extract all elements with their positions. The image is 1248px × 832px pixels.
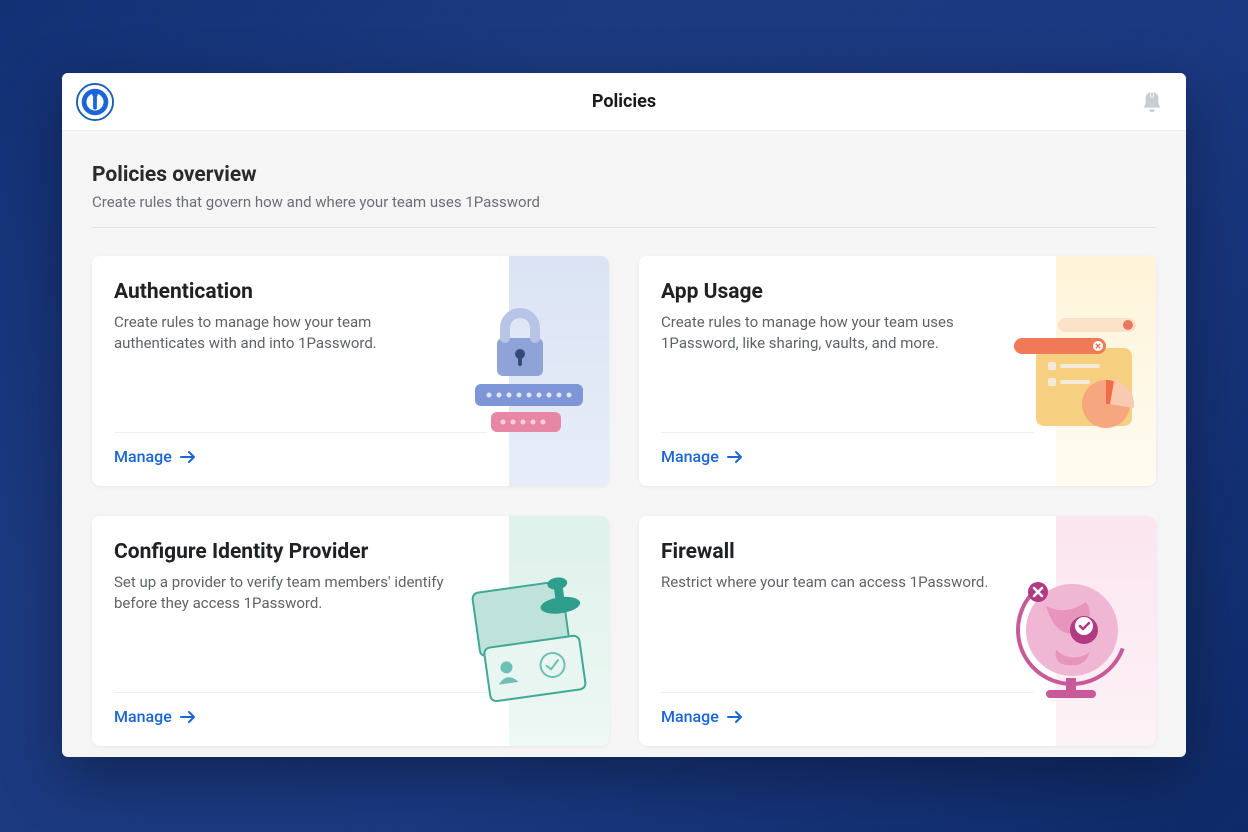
card-body: Authentication Create rules to manage ho… <box>92 256 509 486</box>
content-area: Policies overview Create rules that gove… <box>62 131 1186 757</box>
card-desc: Set up a provider to verify team members… <box>114 572 444 614</box>
card-title: Configure Identity Provider <box>114 540 487 564</box>
manage-label: Manage <box>114 447 172 466</box>
arrow-right-icon <box>180 710 196 724</box>
overview-divider <box>92 227 1156 228</box>
card-divider <box>661 432 1034 433</box>
manage-app-usage-link[interactable]: Manage <box>661 447 1034 466</box>
card-body: App Usage Create rules to manage how you… <box>639 256 1056 486</box>
notifications-button[interactable]: 0 <box>1138 87 1166 119</box>
manage-label: Manage <box>661 707 719 726</box>
arrow-right-icon <box>727 710 743 724</box>
manage-label: Manage <box>661 447 719 466</box>
identity-provider-illustration <box>509 516 609 746</box>
policy-cards-grid: Authentication Create rules to manage ho… <box>92 256 1156 746</box>
authentication-illustration <box>509 256 609 486</box>
card-divider <box>114 692 487 693</box>
card-desc: Create rules to manage how your team use… <box>661 312 991 354</box>
card-desc: Restrict where your team can access 1Pas… <box>661 572 991 593</box>
card-body: Configure Identity Provider Set up a pro… <box>92 516 509 746</box>
card-authentication[interactable]: Authentication Create rules to manage ho… <box>92 256 609 486</box>
manage-authentication-link[interactable]: Manage <box>114 447 487 466</box>
app-window: Policies 0 Policies overview Create rule… <box>62 73 1186 757</box>
manage-label: Manage <box>114 707 172 726</box>
app-logo-icon <box>76 83 114 121</box>
overview-title: Policies overview <box>92 163 1156 187</box>
card-title: Authentication <box>114 280 487 304</box>
card-firewall[interactable]: Firewall Restrict where your team can ac… <box>639 516 1156 746</box>
card-divider <box>661 692 1034 693</box>
notification-count-badge: 0 <box>1150 91 1155 100</box>
card-app-usage[interactable]: App Usage Create rules to manage how you… <box>639 256 1156 486</box>
card-identity-provider[interactable]: Configure Identity Provider Set up a pro… <box>92 516 609 746</box>
manage-identity-provider-link[interactable]: Manage <box>114 707 487 726</box>
manage-firewall-link[interactable]: Manage <box>661 707 1034 726</box>
card-desc: Create rules to manage how your team aut… <box>114 312 444 354</box>
app-usage-illustration <box>1056 256 1156 486</box>
card-divider <box>114 432 487 433</box>
card-body: Firewall Restrict where your team can ac… <box>639 516 1056 746</box>
titlebar: Policies 0 <box>62 73 1186 131</box>
card-title: Firewall <box>661 540 1034 564</box>
arrow-right-icon <box>180 450 196 464</box>
card-title: App Usage <box>661 280 1034 304</box>
overview-subtitle: Create rules that govern how and where y… <box>92 193 1156 211</box>
page-title: Policies <box>592 91 656 112</box>
firewall-illustration <box>1056 516 1156 746</box>
arrow-right-icon <box>727 450 743 464</box>
